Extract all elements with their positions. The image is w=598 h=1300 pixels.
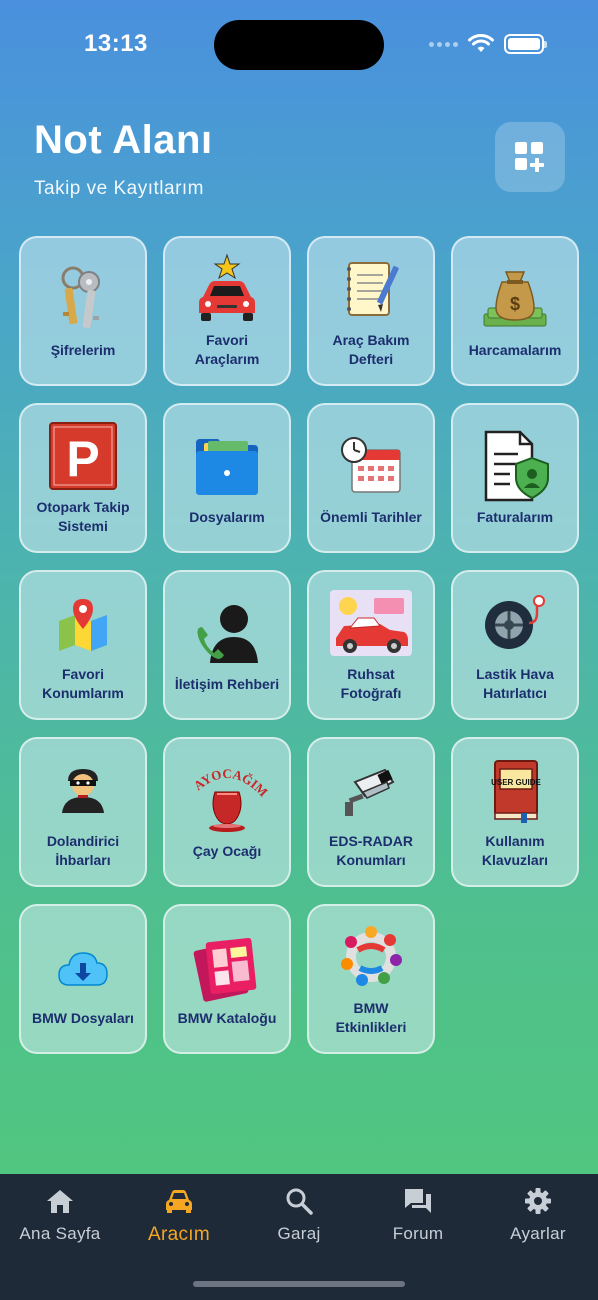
folder-icon (191, 430, 263, 502)
search-icon (284, 1186, 314, 1216)
tile-favori-araclarim[interactable]: Favori Araçlarım (163, 236, 291, 386)
status-bar: 13:13 (0, 0, 598, 90)
tile-harcamalarim[interactable]: $ Harcamalarım (451, 236, 579, 386)
svg-text:$: $ (510, 294, 520, 314)
tab-label: Aracım (148, 1224, 210, 1245)
tab-label: Garaj (277, 1224, 321, 1243)
contact-phone-icon (191, 597, 263, 669)
tile-onemli-tarihler[interactable]: Önemli Tarihler (307, 403, 435, 553)
tile-label: Faturalarım (476, 508, 554, 525)
parking-icon: P (47, 420, 119, 492)
tire-icon (479, 587, 551, 659)
tile-sifrelerim[interactable]: Şifrelerim (19, 236, 147, 386)
tab-forum[interactable]: Forum (363, 1186, 473, 1256)
notebook-icon (335, 253, 407, 325)
tab-ayarlar[interactable]: Ayarlar (483, 1186, 593, 1256)
home-indicator (193, 1281, 405, 1287)
tile-eds-radar[interactable]: EDS-RADAR Konumları (307, 737, 435, 887)
tea-glass-icon: ÇAYOCAĞIM (185, 764, 269, 836)
status-icons (429, 34, 547, 54)
battery-icon (504, 34, 547, 54)
invoice-icon (479, 430, 551, 502)
tile-label: Dosyalarım (189, 508, 265, 525)
tile-ruhsat-fotografi[interactable]: Ruhsat Fotoğrafı (307, 570, 435, 720)
tile-label: İletişim Rehberi (174, 675, 280, 692)
user-guide-book-icon: USER GUIDE (479, 754, 551, 826)
tile-faturalarim[interactable]: Faturalarım (451, 403, 579, 553)
notes-grid: Şifrelerim Favori Araçlarım Araç Bakım D… (19, 236, 579, 1054)
tab-aracim[interactable]: Aracım (124, 1186, 234, 1256)
tile-dolandirici-ihbarlari[interactable]: Dolandirici İhbarları (19, 737, 147, 887)
tile-label: Otopark Takip Sistemi (36, 499, 130, 534)
car-icon (164, 1186, 194, 1216)
tile-dosyalarim[interactable]: Dosyalarım (163, 403, 291, 553)
tile-arac-bakim-defteri[interactable]: Araç Bakım Defteri (307, 236, 435, 386)
tab-label: Ayarlar (510, 1224, 566, 1243)
tile-bmw-etkinlikleri[interactable]: BMW Etkinlikleri (307, 904, 435, 1054)
thief-icon (47, 754, 119, 826)
cctv-camera-icon (335, 754, 407, 826)
tile-label: Önemli Tarihler (320, 508, 422, 525)
tile-label: BMW Etkinlikleri (335, 1000, 407, 1035)
tile-bmw-katalogu[interactable]: BMW Kataloğu (163, 904, 291, 1054)
tile-favori-konumlarim[interactable]: Favori Konumlarım (19, 570, 147, 720)
favorite-car-icon (191, 253, 263, 325)
tile-iletisim-rehberi[interactable]: İletişim Rehberi (163, 570, 291, 720)
svg-text:P: P (66, 431, 99, 487)
community-icon (335, 921, 407, 993)
tile-label: Harcamalarım (468, 341, 562, 358)
page-subtitle: Takip ve Kayıtlarım (34, 178, 204, 199)
money-bag-icon: $ (479, 263, 551, 335)
tile-label: Kullanım Klavuzları (481, 833, 549, 868)
tile-label: Dolandirici İhbarları (46, 833, 120, 868)
dynamic-island (214, 20, 384, 70)
add-grid-icon (515, 142, 544, 172)
tile-label: Ruhsat Fotoğrafı (340, 666, 402, 701)
tile-otopark-takip[interactable]: P Otopark Takip Sistemi (19, 403, 147, 553)
tile-label: Favori Konumlarım (42, 666, 124, 701)
tab-ana-sayfa[interactable]: Ana Sayfa (5, 1186, 115, 1256)
tile-label: BMW Dosyaları (32, 1009, 134, 1026)
catalog-icon (191, 931, 263, 1003)
tab-label: Ana Sayfa (19, 1224, 101, 1243)
tile-label: Çay Ocağı (192, 842, 262, 859)
tab-garaj[interactable]: Garaj (244, 1186, 354, 1256)
user-guide-book-text: USER GUIDE (491, 778, 541, 787)
gear-icon (523, 1186, 553, 1216)
tile-label: Araç Bakım Defteri (332, 332, 410, 367)
tile-bmw-dosyalari[interactable]: BMW Dosyaları (19, 904, 147, 1054)
map-pin-icon (47, 587, 119, 659)
home-icon (45, 1186, 75, 1216)
add-widget-button[interactable] (495, 122, 565, 192)
calendar-clock-icon (335, 430, 407, 502)
keys-icon (47, 263, 119, 335)
tile-lastik-hava[interactable]: Lastik Hava Hatırlatıcı (451, 570, 579, 720)
status-time: 13:13 (84, 30, 148, 57)
wifi-icon (468, 34, 494, 52)
tile-label: Şifrelerim (50, 341, 116, 358)
forum-icon (403, 1186, 433, 1216)
tile-label: BMW Kataloğu (177, 1009, 277, 1026)
page-title: Not Alanı (34, 118, 213, 162)
cloud-download-icon (47, 931, 119, 1003)
tab-label: Forum (392, 1224, 444, 1243)
tile-cay-ocagi[interactable]: ÇAYOCAĞIM Çay Ocağı (163, 737, 291, 887)
signal-icon (429, 41, 458, 47)
tile-label: Favori Araçlarım (194, 332, 260, 367)
tile-kullanim-klavuzlari[interactable]: USER GUIDE Kullanım Klavuzları (451, 737, 579, 887)
tile-label: Lastik Hava Hatırlatıcı (476, 666, 554, 701)
car-photo-icon (327, 587, 415, 659)
tile-label: EDS-RADAR Konumları (329, 833, 413, 868)
